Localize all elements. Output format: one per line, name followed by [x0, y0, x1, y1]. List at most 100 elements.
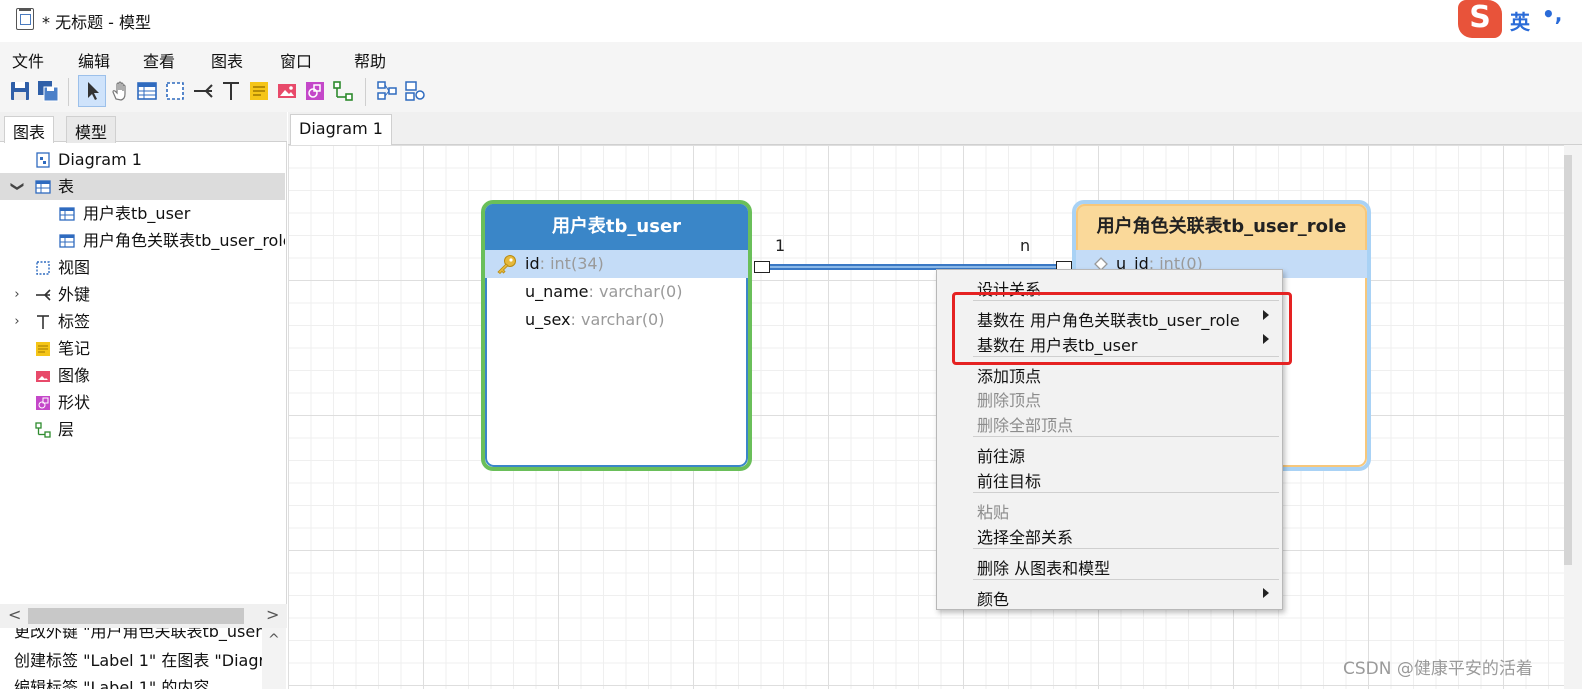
field-name: id: [525, 254, 540, 273]
table-icon: [59, 207, 75, 221]
menu-item-goto-target[interactable]: 前往目标: [977, 468, 1041, 492]
menu-item-select-all-relations[interactable]: 选择全部关系: [977, 524, 1073, 548]
field-name: u_name: [525, 282, 589, 301]
log-scrollbar[interactable]: ^: [262, 628, 286, 689]
ime-punct-label: •,: [1542, 2, 1563, 26]
pointer-tool-button[interactable]: [78, 75, 106, 107]
menu-file[interactable]: 文件: [12, 48, 44, 72]
tree-item-label: 表: [58, 177, 75, 196]
field-type: : varchar(0): [570, 310, 665, 329]
menu-item-color[interactable]: 颜色: [977, 586, 1009, 610]
toolbar-separator: [68, 78, 69, 106]
scroll-left-icon[interactable]: <: [8, 605, 21, 624]
log-entry: 更改外键 "用户角色关联表tb_user: [14, 628, 262, 641]
fit-icon[interactable]: [403, 79, 427, 103]
tree-item-tb-user-role[interactable]: 用户角色关联表tb_user_role: [0, 227, 285, 254]
shape-icon[interactable]: [303, 79, 327, 103]
tree-item-views[interactable]: 视图: [0, 254, 285, 281]
tree-item-layers[interactable]: 层: [0, 416, 285, 443]
menu-view[interactable]: 查看: [143, 48, 175, 72]
menu-help[interactable]: 帮助: [354, 48, 386, 72]
menu-item-goto-source[interactable]: 前往源: [977, 443, 1025, 467]
relationship-end-marker[interactable]: [754, 261, 770, 273]
toolbar-separator: [365, 78, 366, 106]
log-entry: 编辑标签 "Label 1" 的内容: [14, 678, 210, 689]
entity-field[interactable]: id: int(34): [485, 250, 748, 278]
tree-item-label: 视图: [58, 258, 91, 277]
tree-item-label: Diagram 1: [58, 150, 142, 169]
label-icon[interactable]: [219, 79, 243, 103]
menu-diagram[interactable]: 图表: [211, 48, 243, 72]
auto-layout-icon[interactable]: [375, 79, 399, 103]
menu-item-delete-all-vertices[interactable]: 删除全部顶点: [977, 412, 1073, 436]
entity-field[interactable]: u_sex: varchar(0): [485, 306, 748, 334]
tree-item-label: 外键: [58, 285, 91, 304]
chevron-right-icon[interactable]: ›: [10, 308, 24, 335]
left-panel: 图表 模型 Diagram 1 ❯ 表 用户表tb_user 用户角色关联表tb…: [0, 112, 287, 689]
menu-item-delete-from-diagram[interactable]: 删除 从图表和模型: [977, 555, 1110, 579]
menu-item-paste[interactable]: 粘贴: [977, 499, 1009, 523]
menu-bar: 文件 编辑 查看 图表 窗口 帮助: [0, 42, 1582, 72]
view-icon[interactable]: [163, 79, 187, 103]
tab-model[interactable]: 模型: [66, 116, 117, 143]
tab-diagram-1[interactable]: Diagram 1: [290, 114, 392, 146]
ime-lang-label: 英: [1510, 10, 1530, 34]
cardinality-right: n: [1020, 236, 1031, 255]
tree-item-label: 标签: [58, 312, 91, 331]
menu-separator: [973, 579, 1279, 580]
layer-icon[interactable]: [331, 79, 355, 103]
diagram-tabs: Diagram 1: [288, 112, 1582, 146]
diagram-canvas[interactable]: [288, 145, 1564, 689]
menu-window[interactable]: 窗口: [280, 48, 312, 72]
chevron-right-icon[interactable]: ›: [10, 281, 24, 308]
entity-field[interactable]: u_name: varchar(0): [485, 278, 748, 306]
history-log: 更改外键 "用户角色关联表tb_user 创建标签 "Label 1" 在图表 …: [0, 628, 287, 689]
ime-indicator[interactable]: S 英 •,: [1458, 0, 1582, 40]
tree-item-tb-user[interactable]: 用户表tb_user: [0, 200, 285, 227]
tree-item-label: 用户表tb_user: [83, 204, 191, 223]
tree-item-labels[interactable]: › 标签: [0, 308, 285, 335]
tree-item-tables[interactable]: ❯ 表: [0, 173, 285, 200]
canvas-vertical-scrollbar[interactable]: [1564, 145, 1582, 689]
tree-item-label: 图像: [58, 366, 91, 385]
scrollbar-thumb[interactable]: [28, 608, 244, 624]
field-type: : varchar(0): [588, 282, 683, 301]
menu-edit[interactable]: 编辑: [78, 48, 110, 72]
tree-item-notes[interactable]: 笔记: [0, 335, 285, 362]
primary-key-icon: [497, 255, 516, 274]
diagram-icon: [36, 152, 50, 168]
tree-item-images[interactable]: 图像: [0, 362, 285, 389]
toolbar: [0, 72, 1582, 112]
menu-item-add-vertex[interactable]: 添加顶点: [977, 363, 1041, 387]
tree-item-label: 形状: [58, 393, 91, 412]
menu-separator: [973, 436, 1279, 437]
tree-item-foreign-keys[interactable]: › 外键: [0, 281, 285, 308]
save-all-icon[interactable]: [36, 79, 60, 103]
tree-item-shapes[interactable]: 形状: [0, 389, 285, 416]
foreign-key-icon[interactable]: [191, 79, 215, 103]
menu-item-delete-vertex[interactable]: 删除顶点: [977, 387, 1041, 411]
note-icon[interactable]: [247, 79, 271, 103]
tree-horizontal-scrollbar[interactable]: < >: [0, 604, 287, 628]
tab-diagram[interactable]: 图表: [4, 116, 55, 143]
scroll-right-icon[interactable]: >: [266, 605, 279, 624]
tree-item-label: 笔记: [58, 339, 91, 358]
scroll-up-icon[interactable]: ^: [268, 632, 280, 648]
tree-item-diagram-1[interactable]: Diagram 1: [0, 146, 285, 173]
title-bar: * 无标题 - 模型 S 英 •,: [0, 0, 1582, 40]
object-tree: Diagram 1 ❯ 表 用户表tb_user 用户角色关联表tb_user_…: [0, 146, 285, 443]
sogou-logo-icon: S: [1458, 0, 1502, 38]
log-entry: 创建标签 "Label 1" 在图表 "Diagram 1": [14, 651, 262, 670]
hand-icon[interactable]: [108, 79, 132, 103]
save-icon[interactable]: [8, 79, 32, 103]
scrollbar-thumb[interactable]: [1564, 155, 1572, 565]
table-icon[interactable]: [135, 79, 159, 103]
watermark: CSDN @健康平安的活着: [1343, 659, 1533, 679]
image-icon[interactable]: [275, 79, 299, 103]
shape-icon: [36, 396, 50, 410]
entity-tb-user[interactable]: 用户表tb_user id: int(34) u_name: varchar(0…: [481, 200, 752, 471]
chevron-down-icon[interactable]: ❯: [4, 180, 31, 194]
app-icon: [16, 8, 34, 30]
table-icon: [59, 234, 75, 248]
menu-separator: [973, 548, 1279, 549]
